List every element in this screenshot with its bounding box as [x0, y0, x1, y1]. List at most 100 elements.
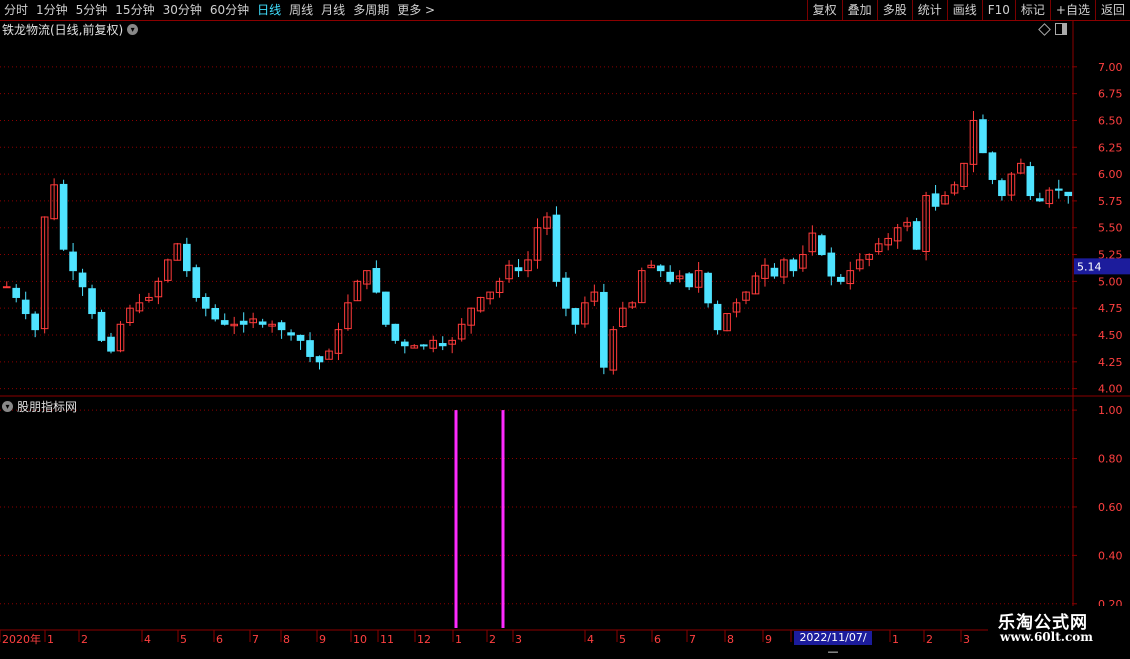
candle-body — [382, 291, 390, 325]
chart-canvas[interactable]: 7.006.756.506.256.005.755.505.255.004.75… — [0, 0, 1130, 650]
candle-body — [287, 332, 295, 336]
x-tick-label: 5 — [619, 633, 626, 646]
indicator-signals — [454, 410, 505, 628]
x-tick-label: 9 — [765, 633, 772, 646]
candle-body — [201, 296, 210, 309]
candle-body — [21, 299, 30, 315]
price-badge-label: 5.14 — [1077, 260, 1102, 273]
x-tick-label: 8 — [727, 633, 734, 646]
candle-body — [818, 235, 826, 256]
cursor-date-badge: 2022/11/07/— — [794, 631, 872, 658]
main-y-axis: 7.006.756.506.256.005.755.505.255.004.75… — [1073, 61, 1123, 396]
candle-body — [391, 323, 400, 341]
candle-body — [827, 252, 836, 277]
ind-y-tick-label: 0.80 — [1098, 453, 1123, 466]
candle-body — [931, 193, 940, 207]
x-tick-label: 8 — [283, 633, 290, 646]
y-tick-label: 5.75 — [1098, 195, 1123, 208]
candle-body — [97, 311, 106, 341]
candle-body — [836, 276, 845, 282]
x-tick-label: 6 — [216, 633, 223, 646]
candle-body — [400, 341, 409, 347]
x-tick-label: 1 — [47, 633, 54, 646]
candle-body — [372, 268, 381, 293]
ind-y-tick-label: 1.00 — [1098, 404, 1123, 417]
x-tick-label: 7 — [689, 633, 696, 646]
y-tick-label: 4.00 — [1098, 383, 1123, 396]
y-tick-label: 4.50 — [1098, 329, 1123, 342]
x-tick-label: 7 — [252, 633, 259, 646]
y-tick-label: 6.00 — [1098, 168, 1123, 181]
x-tick-label: 2 — [489, 633, 496, 646]
candle-body — [988, 152, 997, 180]
y-tick-label: 4.75 — [1098, 302, 1123, 315]
candle-body — [306, 340, 314, 357]
chevron-down-icon[interactable]: ▾ — [2, 401, 13, 412]
y-tick-label: 6.75 — [1098, 88, 1123, 101]
candlestick-series — [2, 111, 1073, 375]
x-tick-label: 4 — [144, 633, 151, 646]
candle-body — [912, 221, 921, 250]
candle-body — [59, 183, 68, 250]
y-tick-label: 5.50 — [1098, 222, 1123, 235]
y-tick-label: 6.25 — [1098, 141, 1123, 154]
candle-body — [571, 308, 580, 325]
y-tick-label: 5.00 — [1098, 275, 1123, 288]
signal-bar — [501, 410, 505, 628]
ind-y-tick-label: 0.60 — [1098, 501, 1123, 514]
x-tick-label: 5 — [180, 633, 187, 646]
candle-body — [419, 344, 428, 347]
candle-body — [107, 336, 115, 352]
candle-body — [685, 273, 693, 288]
candle-body — [1026, 166, 1035, 197]
candle-body — [192, 267, 201, 298]
x-tick-label: 11 — [380, 633, 394, 646]
candle-body — [220, 320, 229, 325]
x-tick-label: 3 — [963, 633, 970, 646]
x-tick-label: 1 — [892, 633, 899, 646]
candle-body — [1036, 198, 1044, 202]
current-price-badge: 5.14 — [1074, 258, 1130, 275]
y-tick-label: 6.50 — [1098, 114, 1123, 127]
x-tick-label: 2 — [926, 633, 933, 646]
candle-body — [600, 291, 608, 368]
x-tick-label: 4 — [587, 633, 594, 646]
candle-body — [78, 272, 87, 288]
candle-body — [789, 259, 798, 272]
candle-body — [514, 267, 523, 272]
x-tick-label: 6 — [654, 633, 661, 646]
candle-body — [183, 243, 191, 272]
candle-body — [713, 303, 722, 331]
candle-body — [88, 288, 96, 315]
candle-body — [656, 265, 665, 272]
candle-body — [277, 322, 286, 331]
candle-body — [296, 334, 305, 341]
ind-y-tick-label: 0.40 — [1098, 549, 1123, 562]
candle-body — [12, 287, 21, 298]
candle-body — [704, 272, 712, 304]
watermark-url: www.60lt.com — [1000, 630, 1093, 644]
indicator-title: ▾ 股朋指标网 — [2, 398, 77, 415]
candle-body — [770, 267, 779, 277]
candle-body — [979, 119, 987, 154]
x-tick-label: 3 — [515, 633, 522, 646]
x-tick-label: 1 — [455, 633, 462, 646]
candle-body — [552, 214, 561, 282]
y-tick-label: 7.00 — [1098, 61, 1123, 74]
candle-body — [211, 307, 220, 320]
x-tick-label: 10 — [353, 633, 367, 646]
candle-body — [31, 313, 39, 331]
candle-body — [69, 251, 77, 272]
candle-body — [998, 180, 1006, 197]
candle-body — [1064, 191, 1073, 197]
candle-body — [315, 356, 324, 363]
candle-body — [2, 286, 11, 289]
candle-body — [1054, 188, 1063, 191]
x-tick-label: 2020年 — [2, 632, 41, 646]
x-tick-label: 12 — [417, 633, 431, 646]
watermark: 乐淘公式网 www.60lt.com — [988, 606, 1130, 650]
y-tick-label: 4.25 — [1098, 356, 1123, 369]
signal-bar — [454, 410, 458, 628]
candle-body — [258, 321, 267, 325]
candle-body — [562, 277, 570, 309]
